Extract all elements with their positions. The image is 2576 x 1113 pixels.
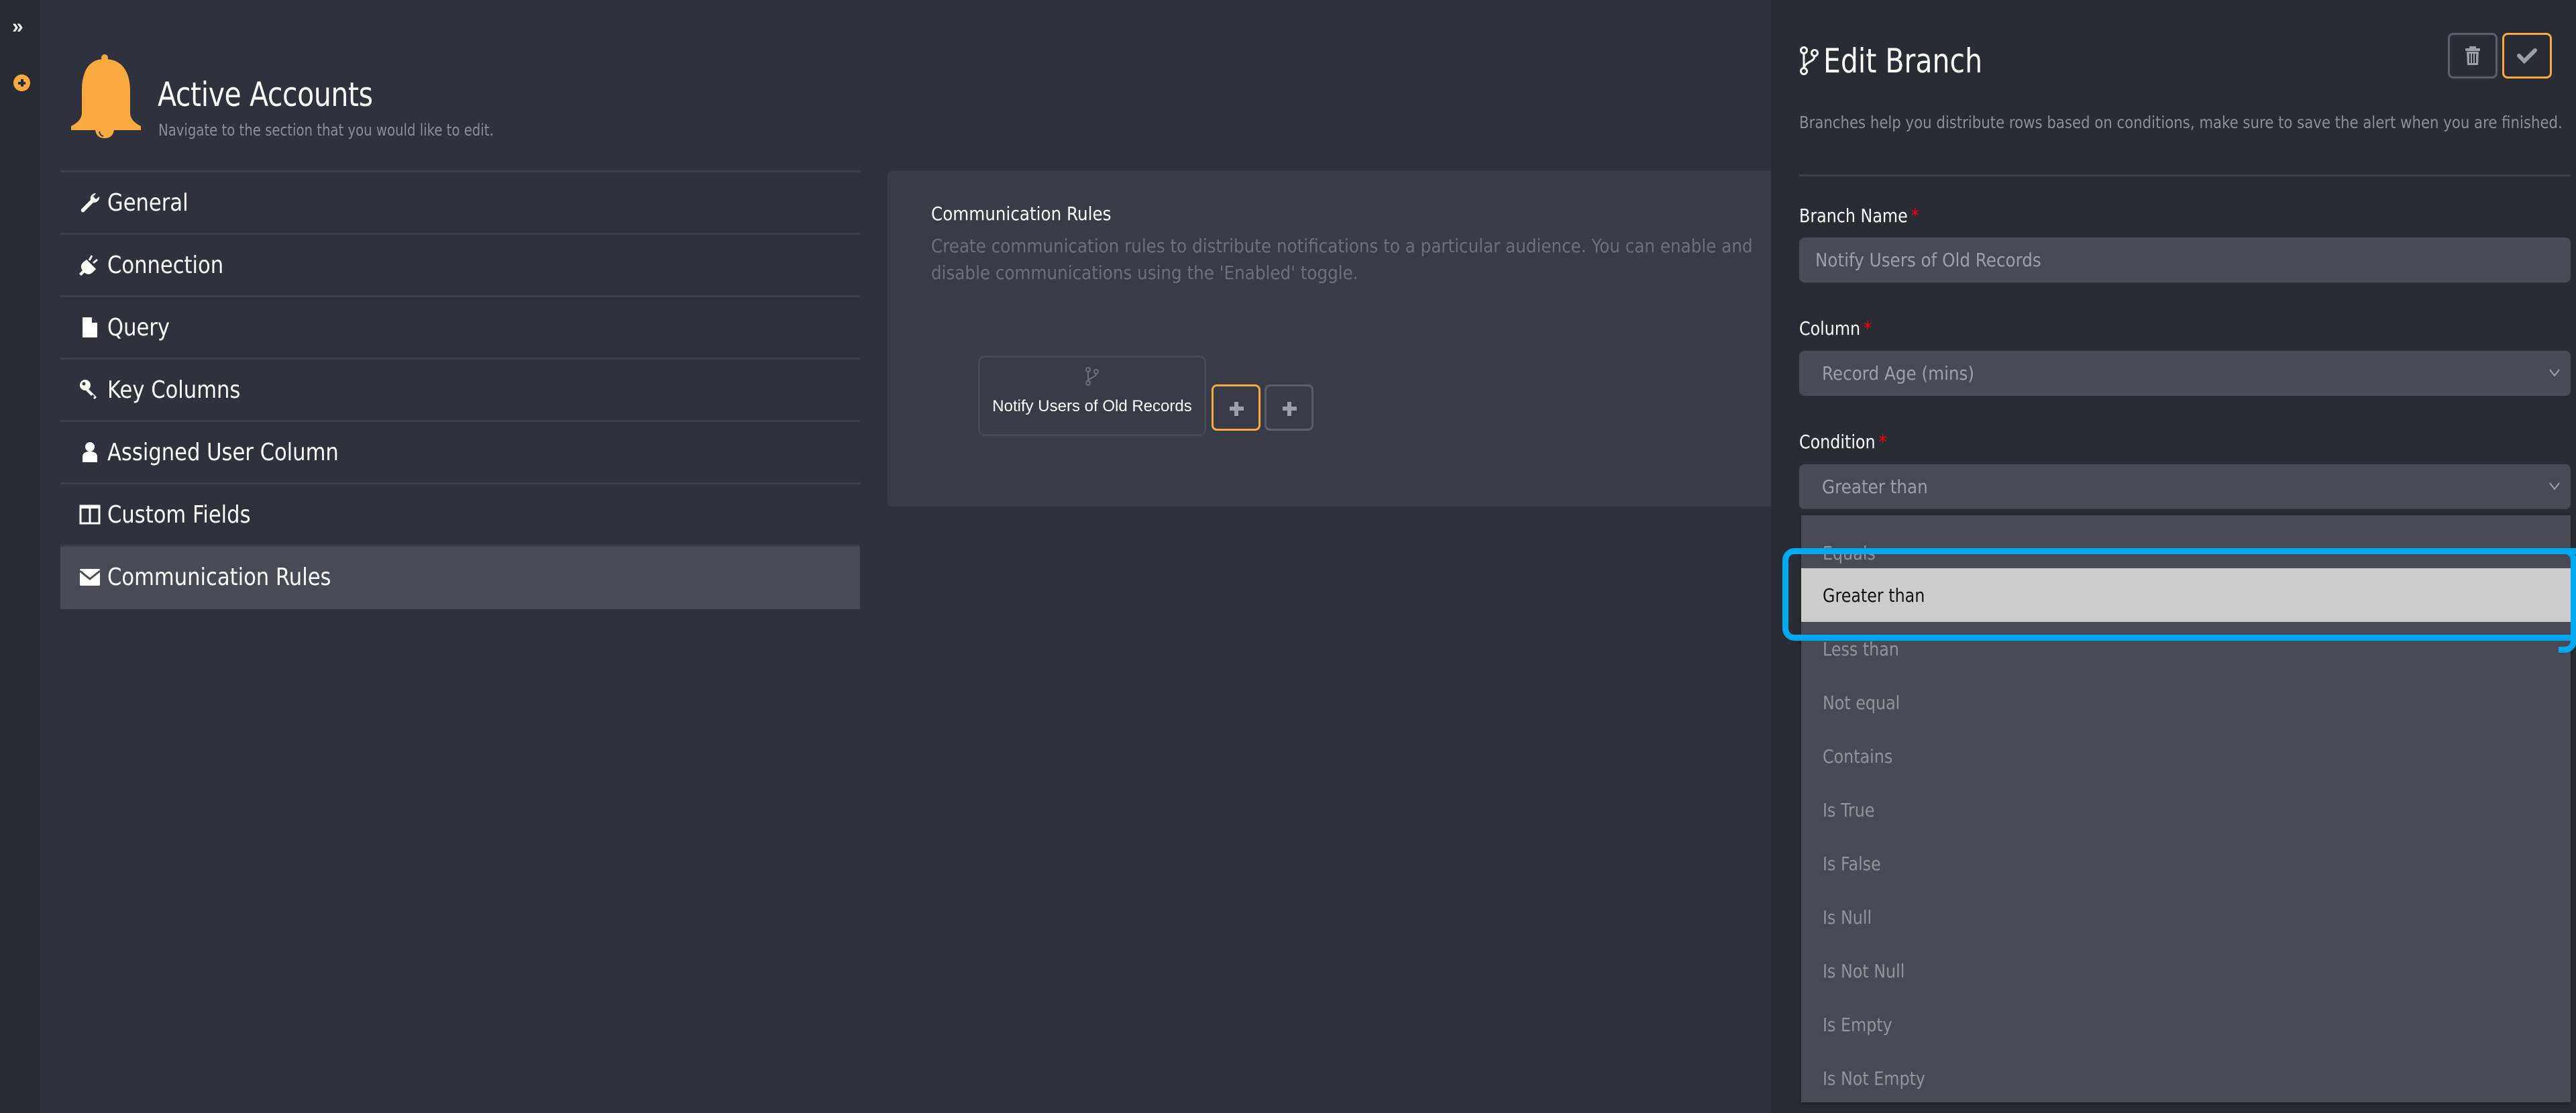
nav-item-label: Key Columns — [107, 376, 241, 404]
condition-label: Condition * — [1799, 431, 1887, 453]
condition-option[interactable]: Is False — [1801, 837, 2571, 890]
nav-item-label: Assigned User Column — [107, 438, 339, 466]
branch-node[interactable]: Notify Users of Old Records — [978, 356, 1206, 436]
divider — [1799, 174, 2571, 176]
branch-node-label: Notify Users of Old Records — [992, 397, 1192, 415]
nav-item-label: Query — [107, 313, 170, 341]
user-icon — [78, 440, 102, 464]
nav-item-connection[interactable]: Connection — [60, 235, 860, 297]
add-rule-button[interactable] — [1265, 384, 1313, 431]
section-nav: General Connection Query Key Columns Ass… — [60, 170, 860, 609]
column-label: Column * — [1799, 317, 1872, 339]
required-mark: * — [1911, 205, 1919, 227]
nav-item-label: Custom Fields — [107, 500, 251, 529]
plug-icon — [78, 253, 102, 277]
chevron-down-icon — [2549, 369, 2560, 377]
condition-option[interactable]: Not equal — [1801, 676, 2571, 729]
page-subtitle: Navigate to the section that you would l… — [158, 121, 494, 140]
nav-item-assigned-user-column[interactable]: Assigned User Column — [60, 422, 860, 484]
file-icon — [78, 315, 102, 339]
branch-name-label: Branch Name * — [1799, 205, 1919, 227]
condition-option[interactable]: Is Null — [1801, 890, 2571, 944]
double-chevron-right-icon[interactable]: » — [12, 17, 30, 37]
branch-icon — [1800, 46, 1819, 75]
save-branch-button[interactable] — [2502, 33, 2552, 78]
branch-icon — [1085, 367, 1099, 386]
key-icon — [78, 378, 102, 402]
column-select[interactable]: Record Age (mins) — [1799, 351, 2571, 396]
bell-icon — [71, 54, 141, 138]
delete-branch-button[interactable] — [2448, 33, 2498, 78]
trash-icon — [2465, 46, 2480, 65]
nav-item-label: Communication Rules — [107, 563, 331, 591]
check-icon — [2517, 48, 2537, 64]
nav-item-label: General — [107, 189, 189, 217]
nav-item-key-columns[interactable]: Key Columns — [60, 360, 860, 422]
condition-option[interactable]: Is Empty — [1801, 998, 2571, 1051]
condition-option[interactable]: Is Not Empty — [1801, 1051, 2571, 1105]
plus-circle-icon[interactable] — [13, 74, 30, 91]
required-mark: * — [1878, 431, 1887, 453]
page-title: Active Accounts — [158, 75, 373, 114]
condition-option[interactable]: Equals — [1801, 515, 2571, 568]
nav-item-label: Connection — [107, 251, 224, 279]
required-mark: * — [1864, 317, 1872, 339]
condition-option-selected[interactable]: Greater than — [1801, 568, 2571, 622]
condition-option[interactable]: Is Not Null — [1801, 944, 2571, 998]
columns-icon — [78, 502, 102, 527]
condition-option[interactable]: Is True — [1801, 783, 2571, 837]
edit-branch-description: Branches help you distribute rows based … — [1799, 113, 2563, 132]
edit-branch-title: Edit Branch — [1799, 42, 2017, 81]
envelope-icon — [78, 565, 102, 589]
edit-branch-title-text: Edit Branch — [1823, 42, 1983, 81]
condition-option[interactable]: Less than — [1801, 622, 2571, 676]
panel-description: Create communication rules to distribute… — [931, 235, 1753, 284]
wrench-icon — [78, 191, 102, 215]
condition-option[interactable]: Contains — [1801, 729, 2571, 783]
left-rail: » — [0, 0, 40, 1113]
chevron-down-icon — [2549, 482, 2560, 490]
condition-select[interactable]: Greater than — [1799, 464, 2571, 509]
communication-rules-panel: Communication Rules Create communication… — [888, 171, 1771, 507]
edit-branch-panel: Edit Branch Branches help you distribute… — [1771, 0, 2576, 1113]
add-branch-button[interactable] — [1212, 384, 1260, 431]
nav-item-communication-rules[interactable]: Communication Rules — [60, 547, 860, 609]
nav-item-custom-fields[interactable]: Custom Fields — [60, 484, 860, 547]
condition-dropdown-list: Equals Greater than Less than Not equal … — [1801, 515, 2571, 1102]
nav-item-general[interactable]: General — [60, 172, 860, 235]
nav-item-query[interactable]: Query — [60, 297, 860, 360]
branch-name-input[interactable]: Notify Users of Old Records — [1799, 237, 2571, 282]
panel-title: Communication Rules — [931, 203, 1112, 225]
